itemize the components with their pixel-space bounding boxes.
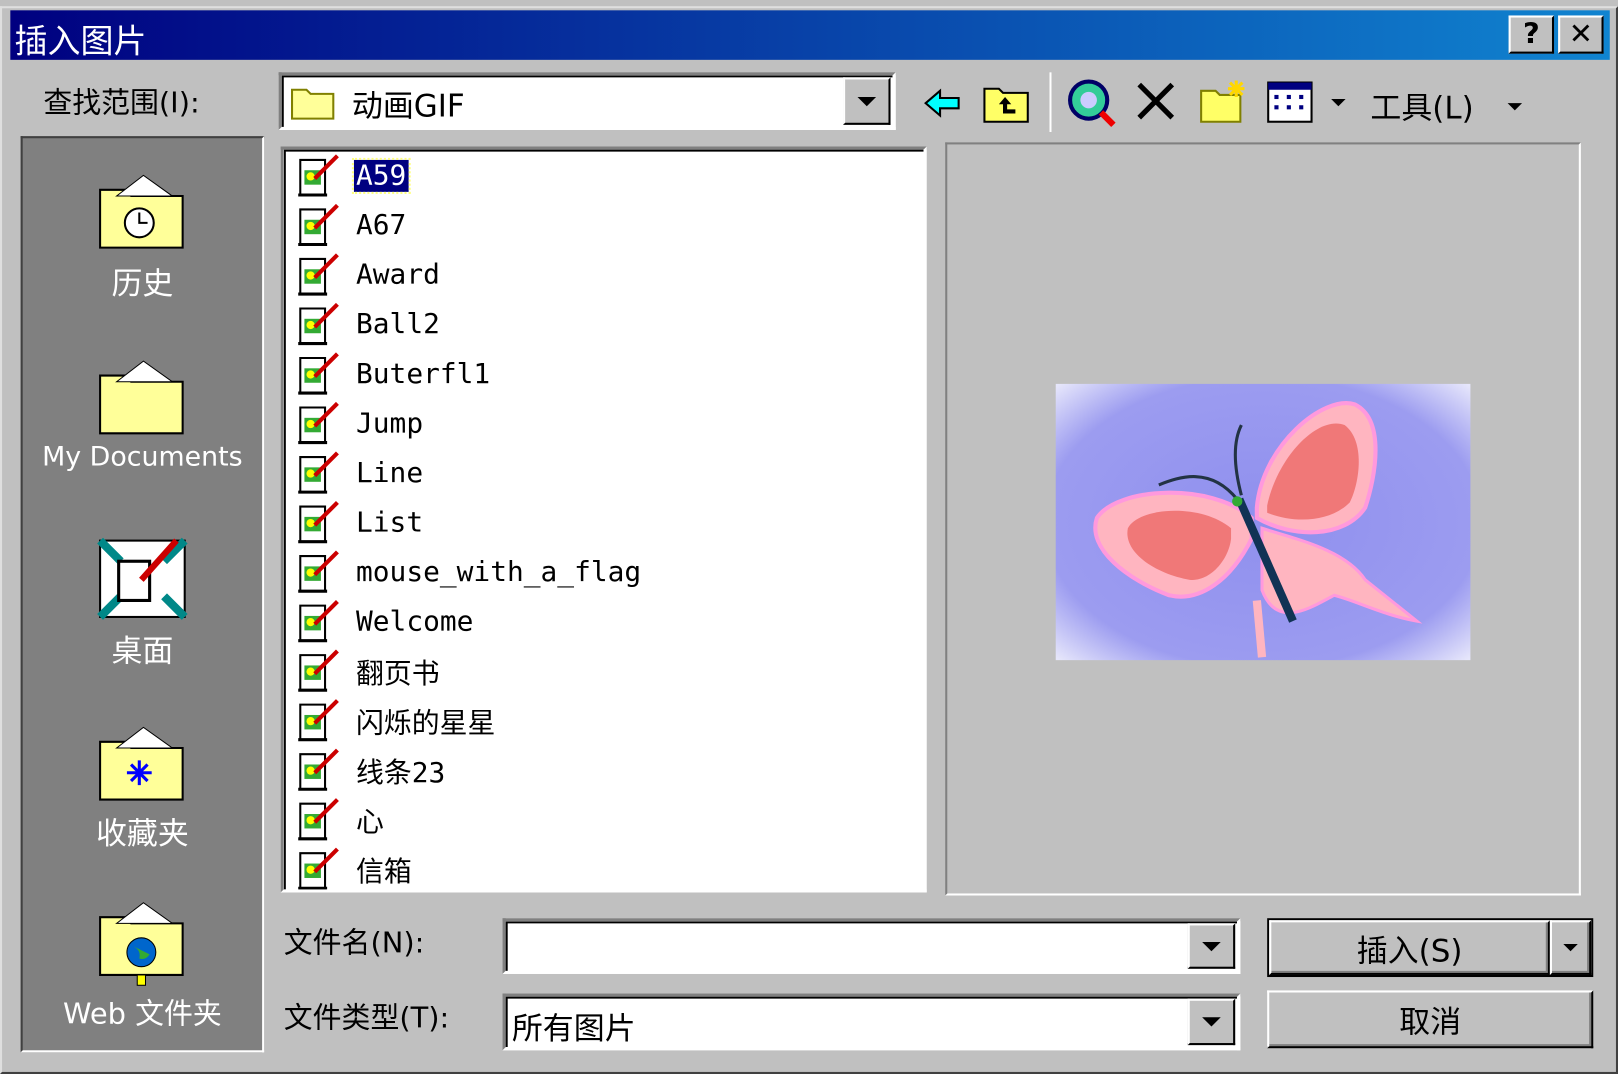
filename-dropdown-button[interactable] xyxy=(1187,923,1236,969)
web-folder-icon xyxy=(99,902,184,986)
desktop-icon xyxy=(97,537,188,620)
file-name: 线条23 xyxy=(356,756,446,789)
place-label: 桌面 xyxy=(111,633,174,670)
file-name: Buterfl1 xyxy=(356,357,491,390)
tools-menu[interactable]: 工具(L) xyxy=(1370,83,1473,128)
history-folder-icon xyxy=(99,174,184,249)
filetype-value: 所有图片 xyxy=(511,1011,636,1048)
file-name: Jump xyxy=(356,407,424,439)
file-item[interactable]: List xyxy=(296,498,425,545)
back-arrow-icon[interactable] xyxy=(921,85,962,122)
file-item[interactable]: A67 xyxy=(296,201,408,248)
file-name: Award xyxy=(356,258,440,291)
file-name: A67 xyxy=(356,208,407,241)
filetype-dropdown-button[interactable] xyxy=(1187,998,1236,1046)
file-name: Ball2 xyxy=(356,307,440,340)
preview-pane xyxy=(945,142,1581,896)
look-in-label: 查找范围(I): xyxy=(43,85,200,120)
gif-file-icon xyxy=(296,845,341,890)
gif-file-icon xyxy=(296,498,341,545)
toolbar-separator xyxy=(1049,72,1052,133)
place-my-documents[interactable]: My Documents xyxy=(23,355,262,473)
look-in-dropdown-button[interactable] xyxy=(843,77,891,125)
file-name: 信箱 xyxy=(356,855,412,888)
file-name: 翻页书 xyxy=(356,657,440,690)
place-history[interactable]: 历史 xyxy=(23,169,262,303)
place-label: 历史 xyxy=(111,266,174,303)
file-item[interactable]: 闪烁的星星 xyxy=(296,696,497,743)
chevron-down-icon xyxy=(1563,944,1578,952)
file-name: 闪烁的星星 xyxy=(356,707,496,740)
new-folder-icon[interactable] xyxy=(1199,78,1249,125)
views-caret-icon[interactable] xyxy=(1331,99,1346,107)
file-name: 心 xyxy=(356,806,384,839)
file-item[interactable]: 线条23 xyxy=(296,746,447,793)
file-name: Welcome xyxy=(356,605,474,638)
cancel-button[interactable]: 取消 xyxy=(1267,990,1594,1049)
gif-file-icon xyxy=(296,597,341,644)
file-item[interactable]: Welcome xyxy=(296,597,475,644)
documents-folder-icon xyxy=(99,360,184,435)
search-web-icon[interactable] xyxy=(1066,77,1118,127)
filename-label: 文件名(N): xyxy=(283,925,425,960)
place-label: My Documents xyxy=(42,441,243,473)
views-icon[interactable] xyxy=(1266,80,1313,123)
gif-file-icon xyxy=(296,696,341,743)
file-name: mouse_with_a_flag xyxy=(356,555,642,588)
help-button[interactable]: ? xyxy=(1508,15,1555,54)
gif-file-icon xyxy=(296,350,341,397)
insert-options-button[interactable] xyxy=(1549,920,1592,975)
chevron-down-icon xyxy=(1202,1017,1221,1027)
file-item[interactable]: 翻页书 xyxy=(296,647,441,694)
file-item[interactable]: A59 xyxy=(296,152,411,199)
file-name: A59 xyxy=(351,157,411,194)
gif-file-icon xyxy=(296,399,341,446)
file-item[interactable]: Buterfl1 xyxy=(296,350,492,397)
gif-file-icon xyxy=(296,548,341,595)
file-name: Line xyxy=(356,456,424,489)
tools-caret-icon[interactable] xyxy=(1507,103,1523,111)
file-item[interactable]: Award xyxy=(296,251,442,298)
gif-file-icon xyxy=(296,647,341,694)
insert-button[interactable]: 插入(S) xyxy=(1269,920,1550,975)
folder-icon xyxy=(290,88,335,120)
place-label: Web 文件夹 xyxy=(62,996,222,1031)
file-item[interactable]: Jump xyxy=(296,399,425,446)
gif-file-icon xyxy=(296,300,341,347)
window-title: 插入图片 xyxy=(14,21,147,61)
place-desktop[interactable]: 桌面 xyxy=(23,534,262,670)
insert-split-button: 插入(S) xyxy=(1267,918,1594,978)
filetype-label: 文件类型(T): xyxy=(283,1000,450,1035)
butterfly-preview-image xyxy=(1055,383,1471,661)
gif-file-icon xyxy=(296,152,341,199)
places-bar: 历史 My Documents 桌面 收藏夹 Web 文件夹 xyxy=(20,136,265,1053)
look-in-value: 动画GIF xyxy=(351,88,465,125)
chevron-down-icon xyxy=(857,96,877,106)
file-item[interactable]: mouse_with_a_flag xyxy=(296,548,643,595)
place-web-folders[interactable]: Web 文件夹 xyxy=(23,897,262,1033)
gif-file-icon xyxy=(296,746,341,793)
file-list[interactable]: A59 A67 Award Ball2 Buterfl1 Jump Line List mous… xyxy=(280,146,927,893)
gif-file-icon xyxy=(296,251,341,298)
chevron-down-icon xyxy=(1202,941,1221,951)
delete-icon[interactable] xyxy=(1135,80,1176,121)
file-item[interactable]: 信箱 xyxy=(296,845,414,890)
close-button[interactable]: ✕ xyxy=(1558,15,1604,54)
place-favorites[interactable]: 收藏夹 xyxy=(23,721,262,853)
gif-file-icon xyxy=(296,201,341,248)
place-label: 收藏夹 xyxy=(95,816,189,853)
title-bar: 插入图片 xyxy=(10,10,1610,61)
filetype-combo[interactable]: 所有图片 xyxy=(502,993,1241,1051)
file-name: List xyxy=(356,506,424,539)
gif-file-icon xyxy=(296,795,341,842)
file-item[interactable]: Ball2 xyxy=(296,300,442,347)
look-in-combo[interactable]: 动画GIF xyxy=(278,72,896,130)
file-item[interactable]: 心 xyxy=(296,795,386,842)
favorites-folder-icon xyxy=(99,726,184,801)
up-folder-icon[interactable] xyxy=(982,80,1029,123)
gif-file-icon xyxy=(296,449,341,496)
filename-combo[interactable] xyxy=(502,918,1241,974)
file-item[interactable]: Line xyxy=(296,449,425,496)
